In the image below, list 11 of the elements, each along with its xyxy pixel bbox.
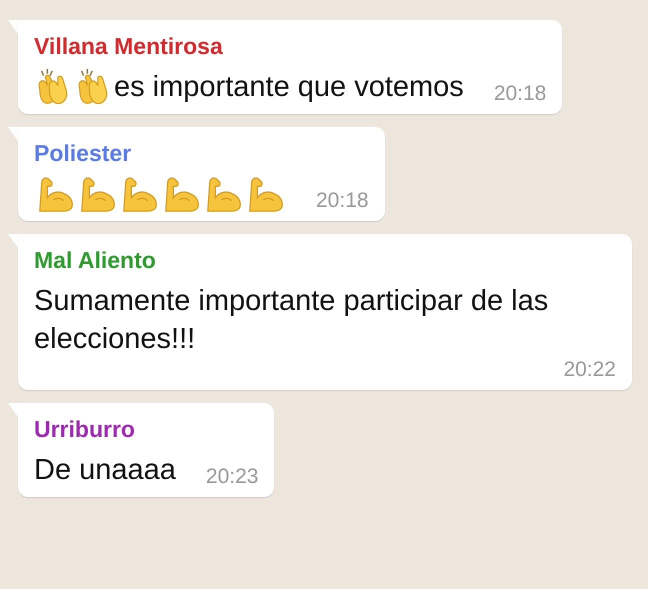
message-text: Sumamente importante participar de las elecciones!!! bbox=[34, 284, 550, 357]
sender-name: Villana Mentirosa bbox=[34, 32, 224, 60]
message-time: 20:22 bbox=[563, 358, 616, 382]
message-text: es importante que votemos bbox=[114, 70, 464, 105]
sender-name: Urriburro bbox=[34, 415, 136, 443]
message-time: 20:18 bbox=[316, 189, 369, 213]
sender-name: Poliester bbox=[34, 139, 132, 167]
sender-name: Mal Aliento bbox=[34, 246, 157, 274]
message-time: 20:23 bbox=[206, 465, 258, 489]
message-text: De unaaaa bbox=[34, 453, 176, 488]
message-time: 20:18 bbox=[494, 82, 546, 106]
